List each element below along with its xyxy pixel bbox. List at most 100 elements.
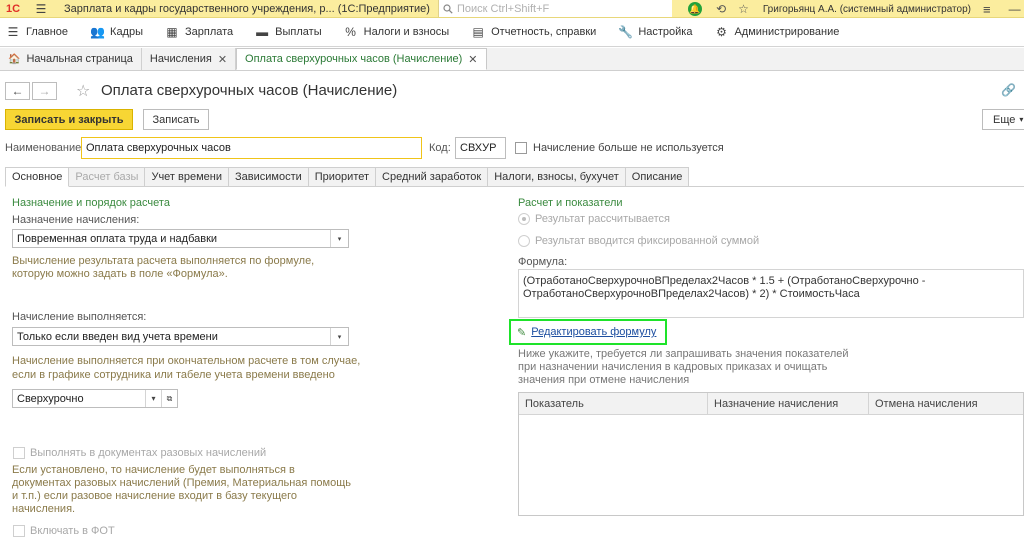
section-label: Налоги и взносы — [363, 26, 450, 38]
purpose-hint: которую можно задать в поле «Формула». — [12, 268, 228, 280]
favorite-star-icon[interactable]: ☆ — [76, 81, 90, 101]
formula-label: Формула: — [518, 256, 568, 268]
tab-accruals[interactable]: Начисления ✕ — [142, 48, 237, 70]
form-tabs: Основное Расчет базы Учет времени Зависи… — [5, 167, 690, 187]
section-label: Отчетность, справки — [491, 26, 597, 38]
radio-fixed-sum[interactable] — [518, 235, 530, 247]
search-icon — [443, 3, 453, 14]
back-button[interactable]: ← — [5, 82, 30, 100]
tab-time-tracking[interactable]: Учет времени — [145, 167, 229, 187]
not-used-checkbox[interactable] — [515, 142, 527, 154]
tab-base-calc[interactable]: Расчет базы — [69, 167, 146, 187]
minimize-icon[interactable]: — — [1009, 2, 1021, 16]
column-header-indicator[interactable]: Показатель — [519, 393, 708, 415]
percent-icon: % — [345, 25, 356, 39]
column-header-cancellation[interactable]: Отмена начисления — [869, 393, 1024, 415]
code-label: Код: — [429, 142, 451, 154]
forward-button[interactable]: → — [32, 82, 57, 100]
executed-hint: Начисление выполняется при окончательном… — [12, 355, 361, 367]
notifications-bell-icon[interactable]: 🔔 — [688, 2, 702, 16]
arrow-left-icon: ← — [11, 84, 24, 98]
title-bar: 1С ☰ Зарплата и кадры государственного у… — [0, 0, 1024, 18]
history-icon[interactable]: ⟲ — [716, 2, 726, 16]
tab-dependencies[interactable]: Зависимости — [229, 167, 309, 187]
tab-main[interactable]: Основное — [5, 167, 70, 187]
code-input[interactable]: СВХУР — [455, 137, 506, 159]
purpose-value: Повременная оплата труда и надбавки — [17, 232, 218, 245]
gear-icon: ⚙ — [716, 25, 727, 39]
dropdown-arrow-icon[interactable]: ▾ — [145, 390, 161, 407]
name-row: Наименование: Оплата сверхурочных часов … — [0, 137, 1024, 161]
edit-formula-label: Редактировать формулу — [531, 326, 657, 338]
search-input[interactable]: Поиск Ctrl+Shift+F — [438, 0, 672, 17]
section-settings[interactable]: 🔧 Настройка — [618, 25, 692, 39]
tab-label: Начисления — [149, 53, 212, 65]
purpose-select[interactable]: Повременная оплата труда и надбавки ▾ — [12, 229, 349, 248]
settings-menu-icon[interactable]: ≡ — [983, 2, 991, 17]
edit-formula-link[interactable]: ✎ Редактировать формулу — [509, 319, 667, 345]
save-and-close-button[interactable]: Записать и закрыть — [5, 109, 133, 130]
radio-dot — [522, 217, 526, 221]
section-label: Зарплата — [185, 26, 234, 38]
onetime-checkbox[interactable] — [13, 447, 25, 459]
section-taxes[interactable]: % Налоги и взносы — [344, 25, 450, 39]
time-type-select[interactable]: Сверхурочно ▾ ⧉ — [12, 389, 178, 408]
dropdown-arrow-icon[interactable]: ▾ — [330, 230, 348, 247]
wallet-icon: ▬ — [256, 25, 269, 39]
link-icon[interactable]: 🔗 — [1001, 83, 1016, 97]
tab-priority[interactable]: Приоритет — [308, 167, 377, 187]
indicators-hint: значения при отмене начисления — [518, 374, 690, 386]
formula-text: (ОтработаноСверхурочноВПределах2Часов * … — [523, 275, 926, 287]
indicators-hint: при назначении начисления в кадровых при… — [518, 361, 828, 373]
section-label: Кадры — [110, 26, 143, 38]
onetime-hint: документах разовых начислений (Премия, М… — [12, 477, 351, 489]
tab-description[interactable]: Описание — [625, 167, 690, 187]
radio-calculated[interactable] — [518, 213, 530, 225]
indicators-table[interactable]: Показатель Назначение начисления Отмена … — [518, 392, 1024, 516]
onetime-hint: начисления. — [12, 503, 76, 515]
section-reports[interactable]: ▤ Отчетность, справки — [471, 25, 596, 39]
search-placeholder: Поиск Ctrl+Shift+F — [457, 2, 550, 15]
window-title: Зарплата и кадры государственного учрежд… — [64, 2, 430, 15]
current-user[interactable]: Григорьянц А.А. (системный администратор… — [763, 4, 971, 15]
formula-field[interactable]: (ОтработаноСверхурочноВПределах2Часов * … — [518, 269, 1024, 318]
executed-label: Начисление выполняется: — [12, 311, 147, 323]
time-type-value: Сверхурочно — [17, 392, 84, 405]
tab-average-earnings[interactable]: Средний заработок — [376, 167, 489, 187]
onetime-hint: Если установлено, то начисление будет вы… — [12, 464, 295, 476]
more-label: Еще — [993, 113, 1016, 126]
section-main[interactable]: ☰ Главное — [6, 25, 68, 39]
name-input[interactable]: Оплата сверхурочных часов — [81, 137, 422, 159]
name-label: Наименование: — [5, 142, 85, 154]
indicators-hint: Ниже укажите, требуется ли запрашивать з… — [518, 348, 849, 360]
section-admin[interactable]: ⚙ Администрирование — [714, 25, 839, 39]
menu-icon: ☰ — [7, 25, 19, 39]
main-menu-icon[interactable]: ☰ — [32, 2, 50, 16]
not-used-label: Начисление больше не используется — [533, 142, 724, 154]
section-label: Выплаты — [275, 26, 322, 38]
close-icon[interactable]: ✕ — [468, 53, 477, 66]
form-header: ← → ☆ Оплата сверхурочных часов (Начисле… — [0, 80, 1024, 104]
more-button[interactable]: Еще ▾ — [982, 109, 1024, 130]
onetime-hint: и т.п.) если разовое начисление входит в… — [12, 490, 298, 502]
executed-select[interactable]: Только если введен вид учета времени ▾ — [12, 327, 349, 346]
section-personnel[interactable]: 👥 Кадры — [90, 25, 143, 39]
close-icon[interactable]: ✕ — [218, 53, 227, 66]
arrow-right-icon: → — [38, 84, 51, 98]
open-icon[interactable]: ⧉ — [161, 390, 177, 407]
favorites-star-icon[interactable]: ☆ — [738, 2, 749, 16]
tab-overtime-accrual[interactable]: Оплата сверхурочных часов (Начисление) ✕ — [236, 48, 487, 70]
section-salary[interactable]: ▦ Зарплата — [165, 25, 233, 39]
save-button[interactable]: Записать — [143, 109, 209, 130]
section-label: Настройка — [638, 26, 693, 38]
tab-taxes-accounting[interactable]: Налоги, взносы, бухучет — [488, 167, 626, 187]
purpose-label: Назначение начисления: — [12, 214, 140, 226]
wrench-icon: 🔧 — [618, 25, 634, 39]
tab-home[interactable]: 🏠 Начальная страница — [0, 48, 142, 70]
command-bar: Записать и закрыть Записать Еще ▾ — [0, 109, 1024, 131]
section-payments[interactable]: ▬ Выплаты — [255, 25, 321, 39]
dropdown-arrow-icon[interactable]: ▾ — [330, 328, 348, 345]
fot-checkbox[interactable] — [13, 525, 25, 537]
column-header-assignment[interactable]: Назначение начисления — [708, 393, 869, 415]
page-title: Оплата сверхурочных часов (Начисление) — [101, 82, 398, 99]
